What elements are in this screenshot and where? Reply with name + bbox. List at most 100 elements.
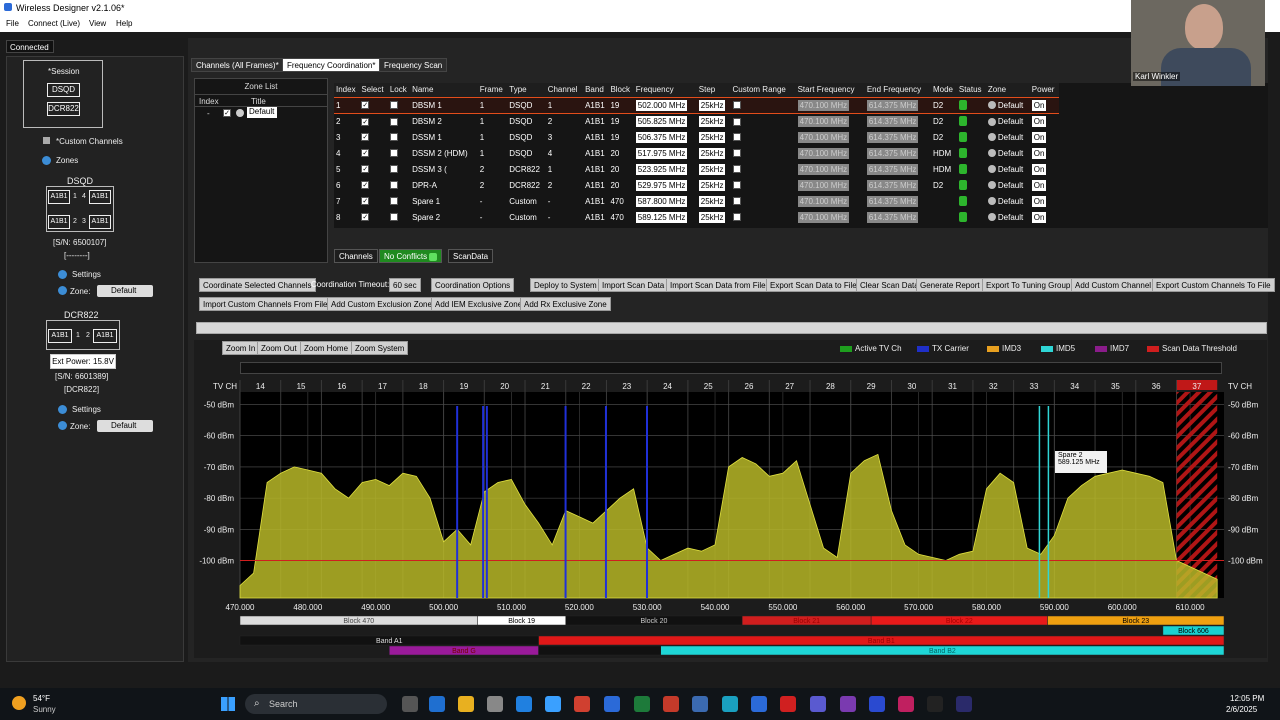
start-frequency-input[interactable]: 470.100 MHz: [797, 211, 850, 223]
toolbar-button-r2-0[interactable]: Import Custom Channels From File: [199, 297, 332, 311]
select-checkbox[interactable]: ✓: [361, 149, 370, 158]
start-frequency-input[interactable]: 470.100 MHz: [797, 179, 850, 191]
col-header-10[interactable]: Step: [696, 83, 731, 97]
toolbar-button-6[interactable]: Import Scan Data from File: [666, 278, 770, 292]
frequency-input[interactable]: 529.975 MHz: [635, 179, 688, 191]
lock-checkbox[interactable]: [389, 133, 398, 142]
taskbar-app-icon[interactable]: [574, 696, 590, 712]
col-header-5[interactable]: Type: [507, 83, 546, 97]
zoom-button-1[interactable]: Zoom Out: [257, 341, 301, 355]
taskbar-app-icon[interactable]: [927, 696, 943, 712]
taskbar-app-icon[interactable]: [402, 696, 418, 712]
start-frequency-input[interactable]: 470.100 MHz: [797, 147, 850, 159]
taskbar-app-icon[interactable]: [487, 696, 503, 712]
power-select[interactable]: On: [1031, 195, 1047, 207]
dsqd-ch3[interactable]: A1B1: [89, 215, 111, 229]
taskbar-search[interactable]: ⌕ Search: [245, 694, 387, 714]
toolbar-button-0[interactable]: Coordinate Selected Channels: [199, 278, 316, 292]
toolbar-button-7[interactable]: Export Scan Data to File: [766, 278, 861, 292]
custom-range-checkbox[interactable]: [732, 149, 741, 158]
toolbar-button-r2-2[interactable]: Add IEM Exclusive Zone: [431, 297, 527, 311]
col-header-4[interactable]: Frame: [477, 83, 508, 97]
toolbar-button-r2-3[interactable]: Add Rx Exclusive Zone: [520, 297, 611, 311]
select-checkbox[interactable]: ✓: [361, 197, 370, 206]
channel-row[interactable]: 4 ✓ DSSM 2 (HDM) 1 DSQD 4 A1B1 20 517.975 MHz 25k…: [334, 145, 1059, 161]
windows-start-icon[interactable]: [221, 697, 235, 711]
step-select[interactable]: 25kHz: [698, 211, 726, 223]
zone-value[interactable]: Default: [998, 165, 1023, 174]
zone-value[interactable]: Default: [998, 181, 1023, 190]
toolbar-button-2[interactable]: 60 sec: [389, 278, 421, 292]
start-frequency-input[interactable]: 470.100 MHz: [797, 99, 850, 111]
col-header-16[interactable]: Zone: [985, 83, 1030, 97]
menu-file[interactable]: File: [6, 19, 19, 28]
col-header-6[interactable]: Channel: [545, 83, 584, 97]
power-select[interactable]: On: [1031, 211, 1047, 223]
zone-value[interactable]: Default: [998, 117, 1023, 126]
frequency-input[interactable]: 505.825 MHz: [635, 115, 688, 127]
step-select[interactable]: 25kHz: [698, 163, 726, 175]
taskbar-app-icon[interactable]: [634, 696, 650, 712]
col-header-15[interactable]: Status: [956, 83, 986, 97]
taskbar-app-icon[interactable]: [429, 696, 445, 712]
zone-value[interactable]: Default: [998, 133, 1023, 142]
channel-row[interactable]: 6 ✓ DPR-A 2 DCR822 2 A1B1 20 529.975 MHz 25kHz 470…: [334, 177, 1059, 193]
dsqd-settings[interactable]: Settings: [72, 270, 101, 279]
col-header-1[interactable]: Select: [359, 83, 388, 97]
select-checkbox[interactable]: ✓: [361, 101, 370, 110]
spectrum-chart[interactable]: TV CH TV CH 14 15 16 17 18 19 20 21 22 23 24 25 26 27 28…: [194, 376, 1267, 656]
taskbar-app-icon[interactable]: [722, 696, 738, 712]
subtab-no-conflicts[interactable]: No Conflicts: [379, 249, 443, 263]
zone-list-row[interactable]: - ✓ Default: [195, 107, 327, 119]
start-frequency-input[interactable]: 470.100 MHz: [797, 115, 850, 127]
custom-range-checkbox[interactable]: [732, 117, 741, 126]
end-frequency-input[interactable]: 614.375 MHz: [866, 115, 919, 127]
power-select[interactable]: On: [1031, 131, 1047, 143]
dsqd-zone-select[interactable]: Default: [97, 285, 153, 297]
end-frequency-input[interactable]: 614.375 MHz: [866, 99, 919, 111]
col-header-3[interactable]: Name: [410, 83, 478, 97]
col-header-0[interactable]: Index: [334, 83, 360, 97]
lock-checkbox[interactable]: [389, 197, 398, 206]
taskbar-app-icon[interactable]: [663, 696, 679, 712]
step-select[interactable]: 25kHz: [698, 179, 726, 191]
custom-range-checkbox[interactable]: [732, 181, 741, 190]
select-checkbox[interactable]: ✓: [361, 133, 370, 142]
channel-row[interactable]: 8 ✓ Spare 2- Custom - A1B1 470 589.125 MHz 25kHz…: [334, 209, 1059, 225]
chart-scrollbar[interactable]: [240, 362, 1222, 374]
lock-checkbox[interactable]: [389, 181, 398, 190]
col-header-8[interactable]: Block: [608, 83, 634, 97]
dsqd-ch4[interactable]: A1B1: [89, 190, 111, 204]
step-select[interactable]: 25kHz: [698, 131, 726, 143]
lock-checkbox[interactable]: [389, 101, 398, 110]
dsqd-ch2[interactable]: A1B1: [48, 215, 70, 229]
zone-value[interactable]: Default: [998, 197, 1023, 206]
step-select[interactable]: 25kHz: [698, 147, 726, 159]
taskbar-app-icon[interactable]: [780, 696, 796, 712]
toolbar-button-9[interactable]: Generate Report: [916, 278, 984, 292]
zoom-button-0[interactable]: Zoom In: [222, 341, 260, 355]
zone-row-checkbox[interactable]: ✓: [223, 109, 231, 117]
menu-connect[interactable]: Connect (Live): [28, 19, 80, 28]
toolbar-button-5[interactable]: Import Scan Data: [598, 278, 669, 292]
lock-checkbox[interactable]: [389, 165, 398, 174]
taskbar-app-icon[interactable]: [458, 696, 474, 712]
zone-value[interactable]: Default: [998, 213, 1023, 222]
frequency-input[interactable]: 517.975 MHz: [635, 147, 688, 159]
subtab-scandata[interactable]: ScanData: [448, 249, 494, 263]
power-select[interactable]: On: [1031, 147, 1047, 159]
tab-frequency-scan[interactable]: Frequency Scan: [379, 58, 448, 72]
frequency-input[interactable]: 506.375 MHz: [635, 131, 688, 143]
custom-range-checkbox[interactable]: [732, 101, 741, 110]
step-select[interactable]: 25kHz: [698, 99, 726, 111]
menu-help[interactable]: Help: [116, 19, 132, 28]
col-header-17[interactable]: Power: [1029, 83, 1059, 97]
taskbar-app-icon[interactable]: [516, 696, 532, 712]
end-frequency-input[interactable]: 614.375 MHz: [866, 211, 919, 223]
col-header-14[interactable]: Mode: [930, 83, 957, 97]
menu-view[interactable]: View: [89, 19, 106, 28]
taskbar-app-icon[interactable]: [545, 696, 561, 712]
select-checkbox[interactable]: ✓: [361, 213, 370, 222]
zoom-button-3[interactable]: Zoom System: [351, 341, 409, 355]
frequency-input[interactable]: 589.125 MHz: [635, 211, 688, 223]
